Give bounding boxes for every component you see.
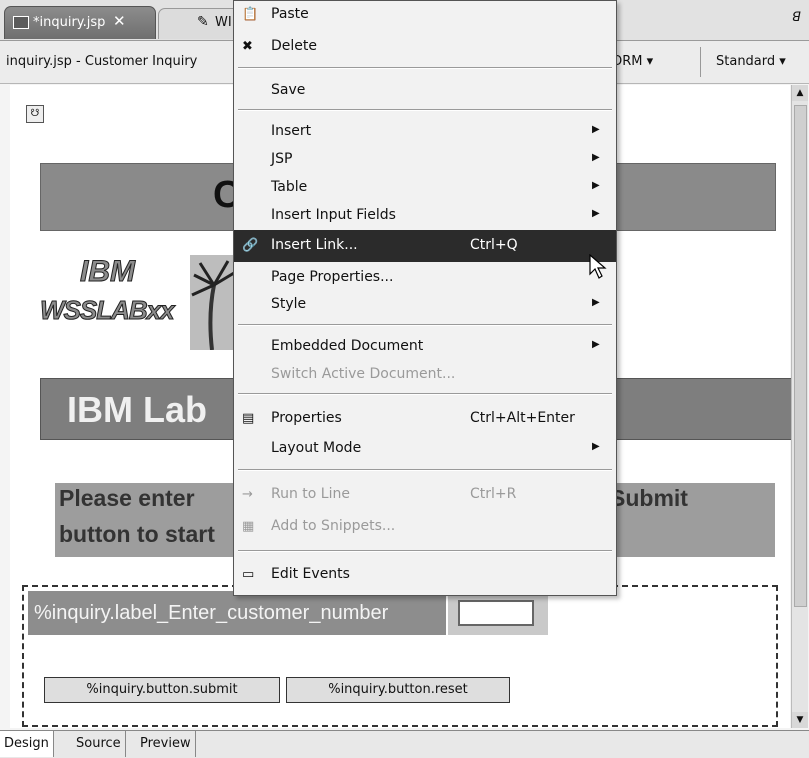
menu-item-embedded-document[interactable]: Embedded Document ▶ xyxy=(234,333,616,361)
menu-item-delete[interactable]: ✖ Delete xyxy=(234,33,616,61)
submenu-arrow-icon: ▶ xyxy=(592,339,600,350)
menu-item-insert[interactable]: Insert ▶ xyxy=(234,118,616,146)
menu-item-label: Properties xyxy=(271,410,342,426)
submenu-arrow-icon: ▶ xyxy=(592,208,600,219)
snippets-icon: ▦ xyxy=(242,519,255,534)
palm-tree-image[interactable] xyxy=(190,255,235,350)
menu-separator xyxy=(238,550,612,552)
customer-number-input[interactable] xyxy=(458,600,534,626)
menu-item-style[interactable]: Style ▶ xyxy=(234,291,616,319)
menu-item-properties[interactable]: ▤ Properties Ctrl+Alt+Enter xyxy=(234,405,616,433)
menu-item-shortcut: Ctrl+R xyxy=(470,486,517,502)
tab-design[interactable]: Design xyxy=(0,731,54,757)
menu-separator xyxy=(238,109,612,111)
maximize-icon[interactable]: ꓭ xyxy=(792,10,801,25)
form-dropdown[interactable]: ORM ▾ xyxy=(612,54,653,69)
menu-item-label: Page Properties... xyxy=(271,269,394,285)
instruction-text-tail: Submit xyxy=(610,485,688,511)
submenu-arrow-icon: ▶ xyxy=(592,124,600,135)
submenu-arrow-icon: ▶ xyxy=(592,441,600,452)
menu-item-label: Paste xyxy=(271,6,309,22)
close-icon[interactable]: ✕ xyxy=(113,12,126,30)
context-menu: 📋 Paste ✖ Delete Save Insert ▶ JSP ▶ Tab… xyxy=(233,0,617,596)
menu-item-paste[interactable]: 📋 Paste xyxy=(234,1,616,29)
properties-icon: ▤ xyxy=(242,411,255,426)
scroll-thumb[interactable] xyxy=(794,105,807,607)
pencil-icon: ✎ xyxy=(197,14,209,30)
menu-item-layout-mode[interactable]: Layout Mode ▶ xyxy=(234,435,616,463)
menu-item-label: Switch Active Document... xyxy=(271,366,456,382)
menu-item-label: Insert xyxy=(271,123,312,139)
menu-item-shortcut: Ctrl+Q xyxy=(470,237,518,253)
page-title: inquiry.jsp - Customer Inquiry xyxy=(6,54,198,69)
menu-item-table[interactable]: Table ▶ xyxy=(234,174,616,202)
divider xyxy=(700,47,701,77)
run-to-line-icon: → xyxy=(242,487,253,502)
menu-item-label: JSP xyxy=(271,151,293,167)
tab-source[interactable]: Source xyxy=(72,731,126,757)
scroll-up-icon[interactable]: ▲ xyxy=(792,85,808,101)
style-dropdown[interactable]: Standard ▾ xyxy=(716,54,786,69)
logo-text-ibm: IBM xyxy=(80,255,136,289)
tab-label: WI xyxy=(215,15,232,30)
vertical-scrollbar[interactable]: ▲ ▼ xyxy=(791,85,808,728)
delete-icon: ✖ xyxy=(242,39,253,54)
menu-item-insert-input-fields[interactable]: Insert Input Fields ▶ xyxy=(234,202,616,230)
menu-item-save[interactable]: Save xyxy=(234,77,616,105)
jsp-file-icon xyxy=(13,16,29,29)
menu-item-label: Table xyxy=(271,179,308,195)
lab-banner-text: IBM Lab xyxy=(67,389,207,430)
inquiry-form[interactable]: %inquiry.label_Enter_customer_number %in… xyxy=(22,585,778,727)
menu-separator xyxy=(238,469,612,471)
menu-item-label: Insert Link... xyxy=(271,237,358,253)
menu-item-label: Delete xyxy=(271,38,317,54)
menu-item-label: Style xyxy=(271,296,307,312)
menu-item-switch-active-document: Switch Active Document... xyxy=(234,361,616,389)
menu-item-label: Run to Line xyxy=(271,486,350,502)
menu-item-label: Layout Mode xyxy=(271,440,362,456)
instruction-text: Please enter xyxy=(59,485,195,511)
menu-item-jsp[interactable]: JSP ▶ xyxy=(234,146,616,174)
menu-item-edit-events[interactable]: ▭ Edit Events xyxy=(234,561,616,589)
submenu-arrow-icon: ▶ xyxy=(592,297,600,308)
scroll-down-icon[interactable]: ▼ xyxy=(792,712,808,728)
submenu-arrow-icon: ▶ xyxy=(592,180,600,191)
menu-item-shortcut: Ctrl+Alt+Enter xyxy=(470,410,575,426)
input-cell xyxy=(448,591,548,635)
submenu-arrow-icon: ▶ xyxy=(592,152,600,163)
menu-item-page-properties[interactable]: Page Properties... xyxy=(234,264,616,292)
reset-button[interactable]: %inquiry.button.reset xyxy=(286,677,510,703)
tab-label: *inquiry.jsp xyxy=(33,15,106,30)
menu-item-insert-link[interactable]: 🔗 Insert Link... Ctrl+Q xyxy=(234,230,616,262)
menu-separator xyxy=(238,67,612,69)
menu-item-label: Insert Input Fields xyxy=(271,207,396,223)
menu-item-run-to-line: → Run to Line Ctrl+R xyxy=(234,481,616,509)
customer-number-label: %inquiry.label_Enter_customer_number xyxy=(28,591,446,635)
editor-mode-tabs: Design Source Preview xyxy=(0,730,809,758)
tab-inquiry-jsp[interactable]: *inquiry.jsp ✕ xyxy=(4,6,156,39)
menu-separator xyxy=(238,324,612,326)
page-marker-icon[interactable]: ☋ xyxy=(26,105,44,123)
logo-text-wsslab: WSSLABxx xyxy=(40,295,176,326)
ibm-logo[interactable]: IBM WSSLABxx xyxy=(40,255,176,347)
menu-item-add-to-snippets: ▦ Add to Snippets... xyxy=(234,513,616,541)
menu-item-label: Embedded Document xyxy=(271,338,424,354)
instruction-text-line2: button to start xyxy=(59,521,215,547)
edit-events-icon: ▭ xyxy=(242,567,255,582)
menu-item-label: Save xyxy=(271,82,306,98)
tab-preview[interactable]: Preview xyxy=(136,731,196,757)
submit-button[interactable]: %inquiry.button.submit xyxy=(44,677,280,703)
menu-separator xyxy=(238,393,612,395)
paste-icon: 📋 xyxy=(242,7,259,22)
menu-item-label: Add to Snippets... xyxy=(271,518,396,534)
menu-item-label: Edit Events xyxy=(271,566,350,582)
mouse-pointer-icon xyxy=(589,254,607,279)
link-icon: 🔗 xyxy=(242,238,259,253)
